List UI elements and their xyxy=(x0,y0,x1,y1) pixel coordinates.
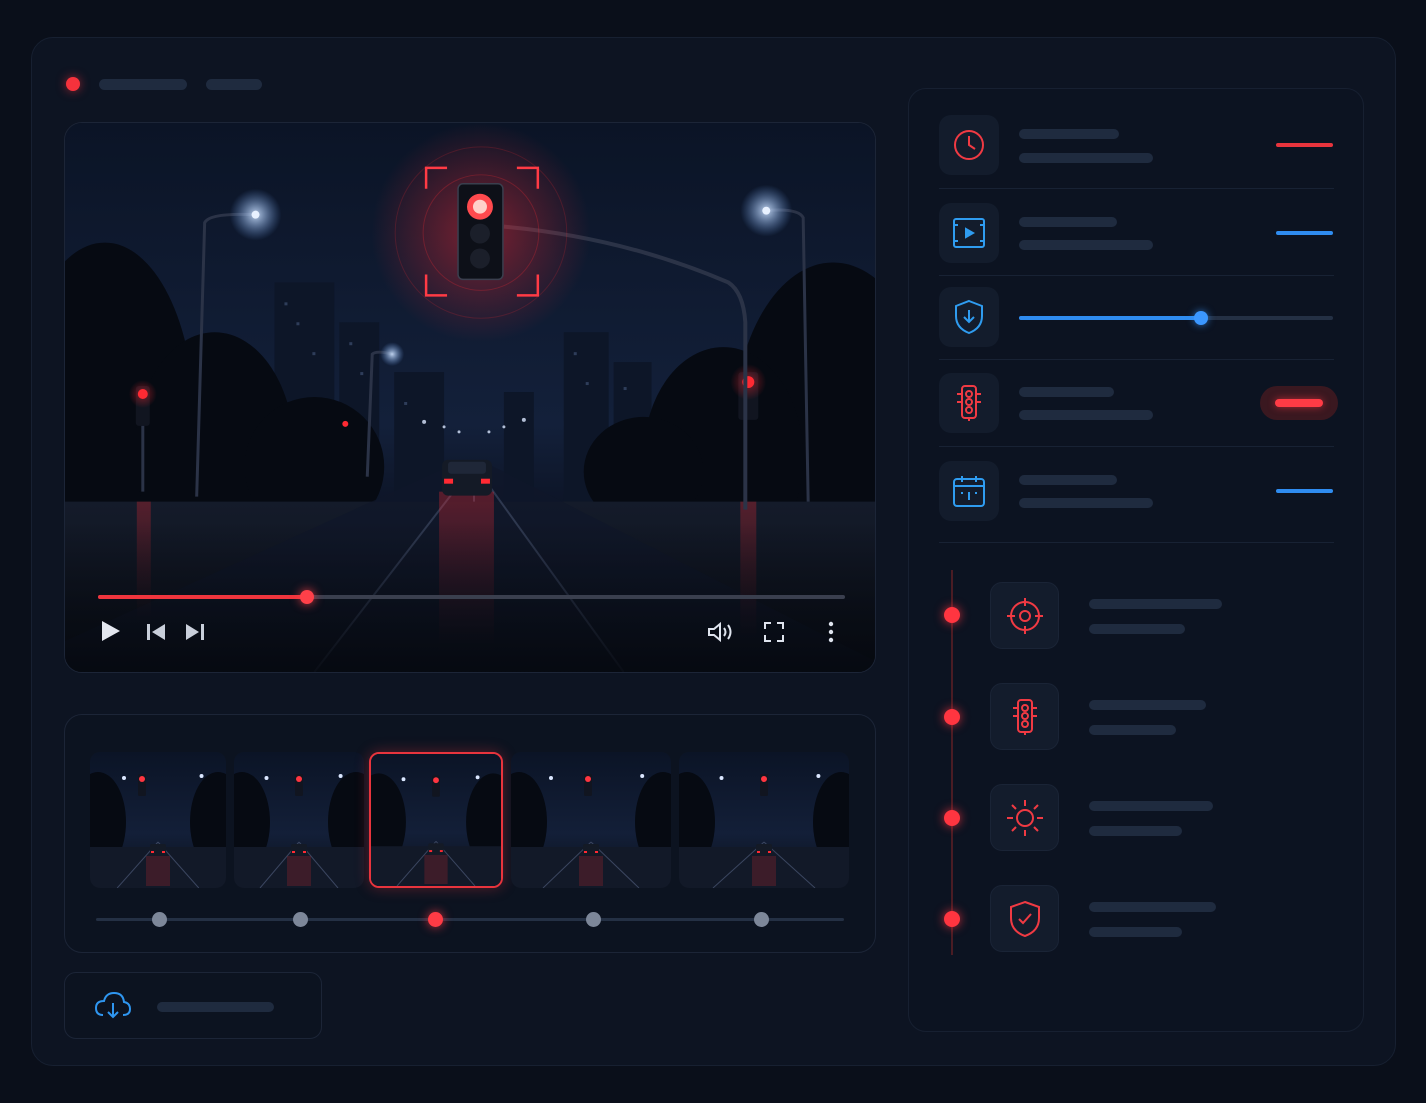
frame-marker[interactable] xyxy=(754,912,769,927)
property-title-placeholder xyxy=(1019,129,1119,139)
frame-thumbnail[interactable] xyxy=(369,752,503,888)
event-title-placeholder xyxy=(1089,700,1206,710)
shield-download-icon xyxy=(939,287,999,347)
event-subtitle-placeholder xyxy=(1089,826,1182,836)
title-placeholder xyxy=(99,78,187,90)
frame-thumbnail[interactable] xyxy=(234,752,364,888)
record-dot-icon xyxy=(66,77,80,91)
frame-marker[interactable] xyxy=(428,912,443,927)
video-player[interactable] xyxy=(64,122,876,673)
slider-fill xyxy=(1019,316,1202,320)
event-timeline-line xyxy=(951,570,953,955)
property-value-bar xyxy=(1276,143,1333,147)
property-title-placeholder xyxy=(1019,387,1114,397)
property-title-placeholder xyxy=(1019,475,1117,485)
event-subtitle-placeholder xyxy=(1089,927,1182,937)
traffic-light-icon xyxy=(939,373,999,433)
event-title-placeholder xyxy=(1089,801,1213,811)
frame-thumbnail[interactable] xyxy=(679,752,849,888)
frame-thumbnail[interactable] xyxy=(511,752,671,888)
section-divider xyxy=(939,542,1334,543)
cloud-download-icon xyxy=(94,991,132,1026)
progress-fill xyxy=(98,595,308,599)
event-title-placeholder xyxy=(1089,599,1222,609)
volume-icon[interactable] xyxy=(707,620,735,644)
frame-marker[interactable] xyxy=(152,912,167,927)
slider-handle[interactable] xyxy=(1194,311,1209,325)
event-subtitle-placeholder xyxy=(1089,725,1176,735)
progress-bar[interactable] xyxy=(98,590,845,604)
property-subtitle-placeholder xyxy=(1019,153,1153,163)
timeline-dot[interactable] xyxy=(944,911,960,927)
property-slider[interactable] xyxy=(1019,311,1333,325)
frame-thumbnail[interactable] xyxy=(90,752,226,888)
property-title-placeholder xyxy=(1019,217,1117,227)
calendar-icon xyxy=(939,461,999,521)
shield-check-icon[interactable] xyxy=(990,885,1059,952)
frame-marker[interactable] xyxy=(293,912,308,927)
sun-icon[interactable] xyxy=(990,784,1059,851)
event-subtitle-placeholder xyxy=(1089,624,1185,634)
fullscreen-icon[interactable] xyxy=(763,621,785,643)
row-divider xyxy=(939,359,1334,360)
play-icon[interactable] xyxy=(98,619,122,643)
property-value-bar xyxy=(1276,489,1333,493)
timeline-dot[interactable] xyxy=(944,709,960,725)
skip-next-icon[interactable] xyxy=(184,622,206,642)
row-divider xyxy=(939,446,1334,447)
event-title-placeholder xyxy=(1089,902,1216,912)
property-subtitle-placeholder xyxy=(1019,498,1153,508)
row-divider xyxy=(939,275,1334,276)
video-frame-icon xyxy=(939,203,999,263)
subtitle-placeholder xyxy=(206,78,262,90)
property-subtitle-placeholder xyxy=(1019,240,1153,250)
timeline-dot[interactable] xyxy=(944,810,960,826)
download-button[interactable] xyxy=(64,972,322,1039)
top-bar xyxy=(66,77,262,91)
property-value-bar xyxy=(1276,231,1333,235)
frame-marker[interactable] xyxy=(586,912,601,927)
more-vertical-icon[interactable] xyxy=(823,620,839,644)
row-divider xyxy=(939,188,1334,189)
traffic-light-icon[interactable] xyxy=(990,683,1059,750)
status-toggle[interactable] xyxy=(1260,386,1338,420)
timeline-dot[interactable] xyxy=(944,607,960,623)
property-subtitle-placeholder xyxy=(1019,410,1153,420)
skip-previous-icon[interactable] xyxy=(145,622,167,642)
clock-icon xyxy=(939,115,999,175)
frame-scrubber-track[interactable] xyxy=(96,918,844,921)
target-icon[interactable] xyxy=(990,582,1059,649)
download-label-placeholder xyxy=(157,1002,274,1012)
